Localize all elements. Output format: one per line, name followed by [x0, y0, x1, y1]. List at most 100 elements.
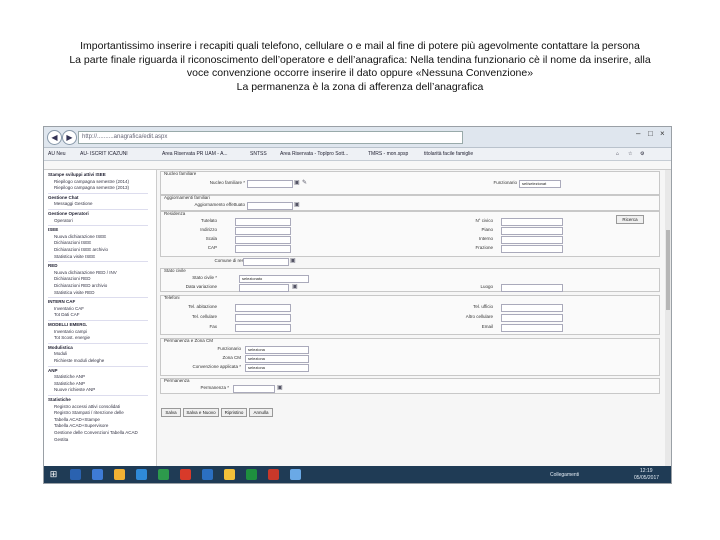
sidebar-item[interactable]: Moduli: [54, 351, 67, 357]
sidebar-section-header[interactable]: MODELLI EMERG.: [48, 322, 87, 328]
permanenza-input[interactable]: [233, 385, 275, 393]
tab-iscrit[interactable]: AU- ISCRIT ICAZUNI: [80, 148, 128, 160]
close-icon[interactable]: ×: [660, 129, 665, 138]
sidebar-item[interactable]: Riepilogo campagna semestre (2014): [54, 179, 129, 185]
forward-icon[interactable]: ▶: [62, 130, 77, 145]
gear-icon[interactable]: ⚙: [640, 148, 644, 160]
taskbar-app-icon[interactable]: [92, 469, 103, 480]
taskbar-app-icon[interactable]: [268, 469, 279, 480]
sidebar-item[interactable]: Tabella ACAD+Stampe: [54, 417, 100, 423]
fax-input[interactable]: [235, 324, 291, 332]
sidebar-section-header[interactable]: RED: [48, 263, 58, 269]
tel-ufficio-input[interactable]: [501, 304, 563, 312]
back-icon[interactable]: ◀: [47, 130, 62, 145]
star-icon[interactable]: ☆: [628, 148, 632, 160]
sidebar-item[interactable]: Inventario CAF: [54, 306, 84, 312]
search-icon-comune[interactable]: ▣: [290, 258, 296, 264]
sidebar-item[interactable]: Dichiarazioni ISEE archivio: [54, 247, 108, 253]
sidebar-item[interactable]: Inventario campi: [54, 329, 87, 335]
sidebar-item[interactable]: Tabella ACAD+Supervisore: [54, 423, 108, 429]
tutelato-input[interactable]: [235, 218, 291, 226]
comune-residenza-input[interactable]: [243, 258, 289, 266]
scrollbar[interactable]: [665, 170, 671, 466]
sidebar-item[interactable]: Gestita: [54, 437, 68, 443]
indirizzo-input[interactable]: [235, 227, 291, 235]
sidebar-section-header[interactable]: ANP: [48, 368, 58, 374]
taskbar-app-icon[interactable]: [246, 469, 257, 480]
sidebar-item[interactable]: Gestione delle Convenzioni Tabella ACAD: [54, 430, 138, 436]
funzionario-top-select[interactable]: sel/selezionat: [519, 180, 561, 188]
interno-input[interactable]: [501, 236, 563, 244]
sidebar-section-header[interactable]: ISEE: [48, 227, 58, 233]
taskbar-app-icon[interactable]: [224, 469, 235, 480]
sidebar-section-header[interactable]: Stampe sviluppi attivi ISEE: [48, 172, 106, 178]
scala-input[interactable]: [235, 236, 291, 244]
sidebar-item[interactable]: Dichiarazioni ISEE: [54, 240, 91, 246]
sidebar-item[interactable]: Operatori: [54, 218, 73, 224]
ricerca-button[interactable]: Ricerca: [616, 215, 644, 224]
calendar-icon-permanenza[interactable]: ▣: [277, 385, 283, 391]
taskbar-app-icon[interactable]: [70, 469, 81, 480]
taskbar-app-icon[interactable]: [136, 469, 147, 480]
frazione-input[interactable]: [501, 245, 563, 253]
email-input[interactable]: [501, 324, 563, 332]
sidebar-section-header[interactable]: Gestione Chat: [48, 195, 79, 201]
edit-icon[interactable]: ✎: [302, 180, 308, 186]
search-icon[interactable]: ▣: [294, 180, 300, 186]
minimize-icon[interactable]: –: [636, 129, 640, 138]
sidebar-section-header[interactable]: INTERN CAF: [48, 299, 75, 305]
sidebar-item[interactable]: Registro Stampati / ritenzione delle: [54, 410, 124, 416]
windows-start-icon[interactable]: ⊞: [48, 469, 59, 480]
stato-civile-select[interactable]: selezionato: [239, 275, 309, 283]
tab-titolarita[interactable]: titolarità facile famiglie: [424, 148, 473, 160]
taskbar-app-icon[interactable]: [290, 469, 301, 480]
sidebar-item[interactable]: Riepilogo campagna semestre (2013): [54, 185, 129, 191]
piano-input[interactable]: [501, 227, 563, 235]
sidebar-item[interactable]: Dichiarazioni RED archivio: [54, 283, 107, 289]
tab-tmrs[interactable]: TMRS - mon.spsp: [368, 148, 408, 160]
maximize-icon[interactable]: □: [648, 129, 653, 138]
data-variazione-input[interactable]: [239, 284, 289, 292]
cap-input[interactable]: [235, 245, 291, 253]
taskbar-app-icon[interactable]: [114, 469, 125, 480]
sidebar-item[interactable]: Statistica visite RED: [54, 290, 95, 296]
sidebar-section-header[interactable]: Statistiche: [48, 397, 71, 403]
home-icon[interactable]: ⌂: [616, 148, 619, 160]
tab-area-riservata[interactable]: Area Riservata PR UAM - A...: [162, 148, 228, 160]
taskbar-app-icon[interactable]: [202, 469, 213, 480]
taskbar-app-icon[interactable]: [180, 469, 191, 480]
nucleo-familiare-input[interactable]: [247, 180, 293, 188]
sidebar-item[interactable]: Nuova dichiarazione RED / INV: [54, 270, 117, 276]
calendar-icon-variazione[interactable]: ▣: [292, 284, 298, 290]
annulla-button[interactable]: Annulla: [249, 408, 273, 417]
sidebar-item[interactable]: Nuova dichiarazione ISEE: [54, 234, 106, 240]
funzionario-select[interactable]: seleziona: [245, 346, 309, 354]
tel-cellulare-input[interactable]: [235, 314, 291, 322]
tab-toplpro[interactable]: Area Riservata - Toplpro Sott...: [280, 148, 348, 160]
sidebar-item[interactable]: Nuove richieste ANP: [54, 387, 95, 393]
salva-button[interactable]: Salva: [161, 408, 181, 417]
tab-sntss[interactable]: SNTSS: [250, 148, 267, 160]
sidebar-section-header[interactable]: Modulistica: [48, 345, 73, 351]
tel-abitazione-input[interactable]: [235, 304, 291, 312]
tab-home[interactable]: AU Neu: [48, 148, 66, 160]
sidebar-item[interactable]: Tot Dati CAF: [54, 312, 80, 318]
salva-nuovo-button[interactable]: Salva e Nuovo: [183, 408, 219, 417]
sidebar-item[interactable]: Statistiche ANP: [54, 381, 85, 387]
url-field[interactable]: http://..........anagrafica/edit.aspx: [78, 131, 463, 144]
n-civico-input[interactable]: [501, 218, 563, 226]
altro-cellulare-input[interactable]: [501, 314, 563, 322]
convenzione-select[interactable]: seleziona: [245, 364, 309, 372]
sidebar-item[interactable]: Registro accessi attivi consolidati: [54, 404, 120, 410]
calendar-icon[interactable]: ▣: [294, 202, 300, 208]
sidebar-item[interactable]: Messaggi Gestione: [54, 201, 93, 207]
sidebar-item[interactable]: Dichiarazioni RED: [54, 276, 91, 282]
aggiornamento-input[interactable]: [247, 202, 293, 210]
sidebar-section-header[interactable]: Gestione Operatori: [48, 211, 89, 217]
ripristino-button[interactable]: Ripristino: [221, 408, 247, 417]
taskbar-app-icon[interactable]: [158, 469, 169, 480]
sidebar-item[interactable]: Tot Scost. energie: [54, 335, 90, 341]
luogo-input[interactable]: [501, 284, 563, 292]
zona-cm-select[interactable]: seleziona: [245, 355, 309, 363]
scrollbar-thumb[interactable]: [666, 230, 670, 310]
